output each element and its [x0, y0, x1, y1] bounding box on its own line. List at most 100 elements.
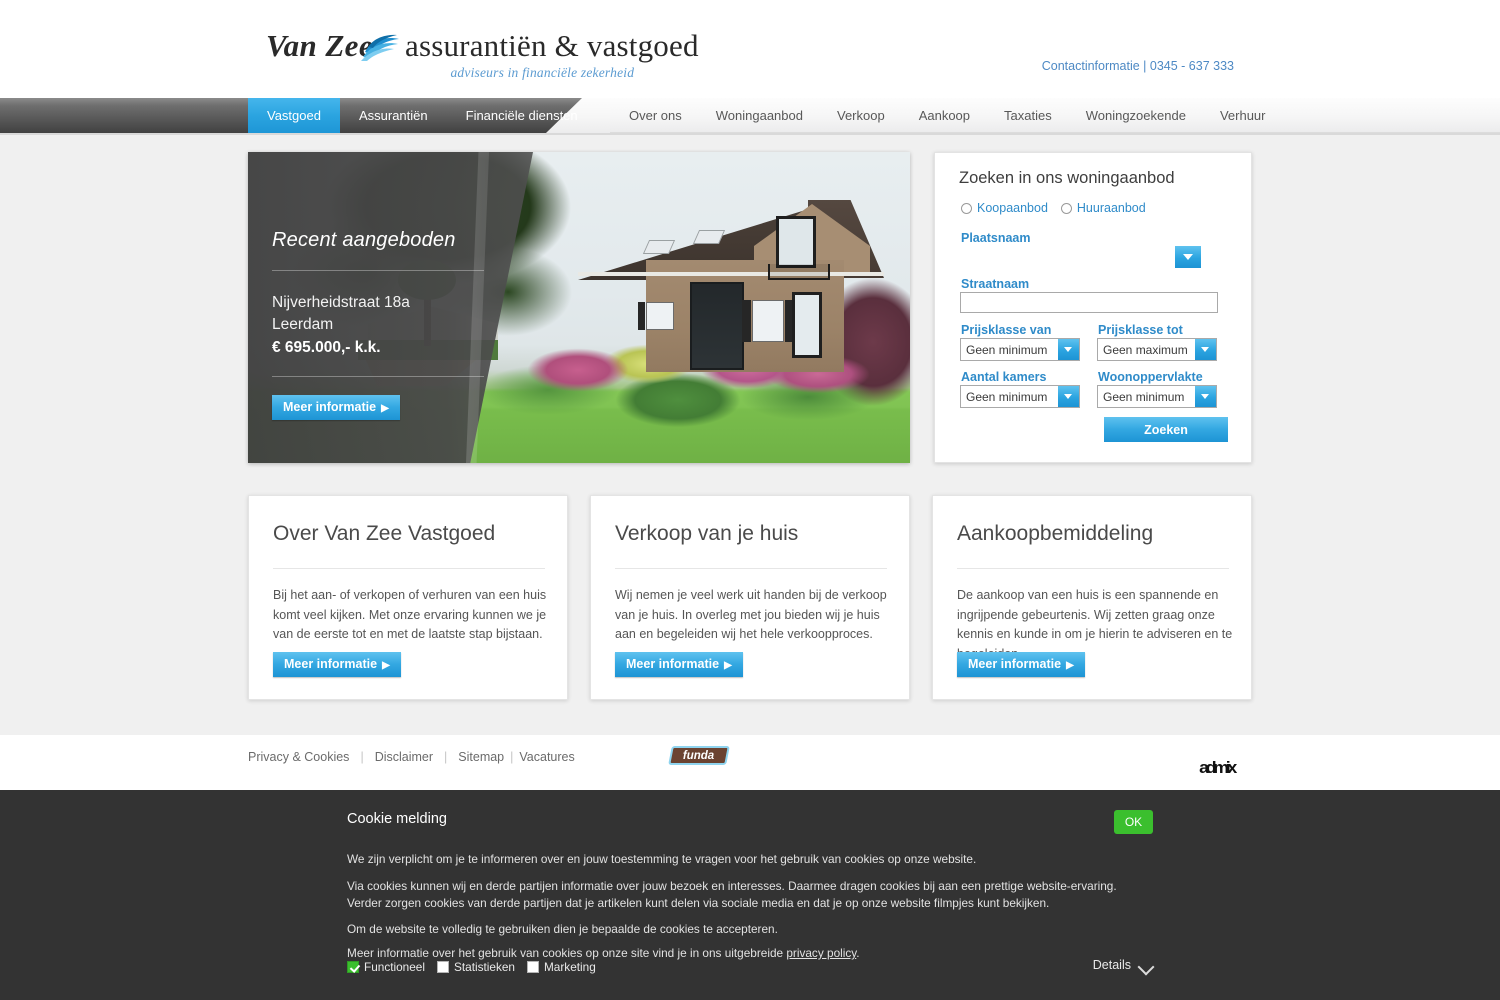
window-shutter-shape	[742, 300, 751, 342]
admix-logo[interactable]: admix	[1199, 758, 1237, 778]
chevron-down-icon[interactable]	[1195, 386, 1216, 407]
contact-information[interactable]: Contactinformatie | 0345 - 637 333	[1042, 59, 1234, 73]
prijsklasse-tot-value: Geen maximum	[1103, 342, 1188, 357]
primary-nav: Vastgoed Assurantiën Financiële diensten	[248, 98, 597, 133]
checkbox-functioneel[interactable]: Functioneel	[347, 960, 425, 974]
cookie-notice-title: Cookie melding	[347, 811, 447, 827]
aantal-kamers-label: Aantal kamers	[961, 370, 1047, 384]
arrow-right-icon: ▶	[724, 660, 732, 671]
cookie-ok-button[interactable]: OK	[1114, 810, 1153, 834]
radio-koopaanbod-label: Koopaanbod	[977, 201, 1048, 215]
cookie-paragraph-4-pre: Meer informatie over het gebruik van coo…	[347, 946, 787, 960]
footer-link-sitemap[interactable]: Sitemap	[458, 750, 504, 764]
hero-text-block: Recent aangeboden Nijverheidstraat 18a L…	[272, 152, 494, 420]
logo-tagline: adviseurs in financiële zekerheid	[450, 65, 635, 80]
hero-divider-top	[272, 270, 484, 271]
secondary-nav: Over ons Woningaanbod Verkoop Aankoop Ta…	[612, 98, 1283, 133]
radio-huuraanbod-dot[interactable]	[1060, 202, 1072, 214]
cookie-details-toggle[interactable]: Details	[1093, 958, 1153, 972]
nav-item-vastgoed[interactable]: Vastgoed	[248, 98, 340, 133]
nav-item-aankoop[interactable]: Aankoop	[902, 98, 987, 133]
footer-link-vacatures[interactable]: Vacatures	[519, 750, 574, 764]
card-title: Over Van Zee Vastgoed	[273, 522, 496, 545]
info-cards-row: Over Van Zee Vastgoed Bij het aan- of ve…	[248, 495, 1252, 700]
straatnaam-input[interactable]	[960, 292, 1218, 313]
house-window-shape	[752, 300, 784, 342]
woonoppervlakte-label: Woonoppervlakte	[1098, 370, 1203, 384]
card-title: Aankoopbemiddeling	[957, 522, 1154, 545]
card-body-text: Wij nemen je veel werk uit handen bij de…	[615, 588, 887, 641]
hero-address: Nijverheidstraat 18a Leerdam	[272, 292, 494, 336]
checkbox-statistieken[interactable]: Statistieken	[437, 960, 515, 974]
chevron-down-icon[interactable]	[1140, 961, 1153, 969]
card-more-info-button[interactable]: Meer informatie ▶	[957, 652, 1085, 677]
card-more-info-button[interactable]: Meer informatie ▶	[273, 652, 401, 677]
footer-link-privacy-cookies[interactable]: Privacy & Cookies	[248, 750, 349, 764]
checkbox-statistieken-label: Statistieken	[454, 960, 515, 974]
front-door-shape	[690, 282, 744, 370]
straatnaam-label: Straatnaam	[961, 277, 1030, 291]
chevron-down-icon[interactable]	[1058, 339, 1079, 360]
card-aankoopbemiddeling[interactable]: Aankoopbemiddeling De aankoop van een hu…	[932, 495, 1252, 700]
card-title: Verkoop van je huis	[615, 522, 799, 545]
funda-logo-badge[interactable]: funda	[668, 746, 730, 765]
card-more-info-label: Meer informatie	[284, 657, 378, 671]
page-content: Recent aangeboden Nijverheidstraat 18a L…	[0, 135, 1500, 735]
prijsklasse-van-select[interactable]: Geen minimum	[960, 338, 1080, 361]
nav-item-woningaanbod[interactable]: Woningaanbod	[699, 98, 820, 133]
checkbox-functioneel-box[interactable]	[347, 961, 359, 973]
aantal-kamers-value: Geen minimum	[966, 389, 1048, 404]
cookie-consent-checkboxes: Functioneel Statistieken Marketing	[347, 960, 596, 974]
footer-link-disclaimer[interactable]: Disclaimer	[375, 750, 433, 764]
logo-wordmark: Van Zee assurantiën & vastgoed	[266, 26, 699, 64]
site-logo[interactable]: Van Zee assurantiën & vastgoed adviseurs…	[266, 26, 699, 81]
plaatsnaam-dropdown-button[interactable]	[1175, 246, 1201, 268]
nav-item-verkoop[interactable]: Verkoop	[820, 98, 902, 133]
roof-eave-shape	[578, 272, 884, 276]
radio-huuraanbod[interactable]: Huuraanbod	[1060, 201, 1146, 215]
hero-featured-property[interactable]: Recent aangeboden Nijverheidstraat 18a L…	[248, 152, 910, 463]
funda-label: funda	[683, 749, 715, 762]
woonoppervlakte-value: Geen minimum	[1103, 389, 1185, 404]
cookie-paragraph-4-post: .	[856, 946, 860, 960]
woonoppervlakte-select[interactable]: Geen minimum	[1097, 385, 1217, 408]
card-more-info-label: Meer informatie	[626, 657, 720, 671]
balcony-railing-shape	[768, 264, 830, 280]
cookie-details-label: Details	[1092, 958, 1131, 972]
chevron-down-icon[interactable]	[1195, 339, 1216, 360]
footer-separator: |	[444, 750, 448, 764]
hero-address-city: Leerdam	[272, 316, 334, 333]
aantal-kamers-select[interactable]: Geen minimum	[960, 385, 1080, 408]
nav-item-taxaties[interactable]: Taxaties	[987, 98, 1069, 133]
card-over-van-zee-vastgoed[interactable]: Over Van Zee Vastgoed Bij het aan- of ve…	[248, 495, 568, 700]
hero-price: € 695.000,- k.k.	[272, 339, 381, 356]
nav-item-assurantien[interactable]: Assurantiën	[340, 98, 447, 133]
cookie-paragraph-2: Via cookies kunnen wij en derde partijen…	[347, 879, 1117, 910]
nav-item-woningzoekende[interactable]: Woningzoekende	[1069, 98, 1203, 133]
nav-item-verhuur[interactable]: Verhuur	[1203, 98, 1283, 133]
card-more-info-button[interactable]: Meer informatie ▶	[615, 652, 743, 677]
checkbox-statistieken-box[interactable]	[437, 961, 449, 973]
search-submit-button[interactable]: Zoeken	[1104, 417, 1228, 442]
checkbox-marketing-label: Marketing	[543, 960, 596, 974]
logo-brand-name: Van Zee	[266, 28, 373, 63]
radio-koopaanbod[interactable]: Koopaanbod	[961, 201, 1048, 215]
chevron-down-icon[interactable]	[1058, 386, 1079, 407]
main-navigation-bar: Vastgoed Assurantiën Financiële diensten…	[0, 98, 1500, 133]
cookie-paragraph-1: We zijn verplicht om je te informeren ov…	[347, 852, 977, 866]
checkbox-marketing-box[interactable]	[526, 961, 539, 973]
nav-item-financiele-diensten[interactable]: Financiële diensten	[447, 98, 597, 133]
checkbox-marketing[interactable]: Marketing	[526, 960, 596, 974]
prijsklasse-van-label: Prijsklasse van	[961, 323, 1052, 337]
privacy-policy-link[interactable]: privacy policy	[786, 946, 856, 960]
prijsklasse-tot-select[interactable]: Geen maximum	[1097, 338, 1217, 361]
balcony-window-shape	[776, 216, 816, 268]
radio-koopaanbod-dot[interactable]	[961, 202, 972, 214]
cookie-paragraph-3: Om de website te volledig te gebruiken d…	[347, 922, 778, 936]
radio-huuraanbod-label: Huuraanbod	[1076, 201, 1146, 215]
hero-more-info-label: Meer informatie	[283, 400, 377, 414]
arrow-right-icon: ▶	[381, 403, 389, 414]
card-verkoop-van-je-huis[interactable]: Verkoop van je huis Wij nemen je veel we…	[590, 495, 910, 700]
hero-more-info-button[interactable]: Meer informatie ▶	[272, 395, 400, 420]
nav-item-over-ons[interactable]: Over ons	[612, 98, 699, 133]
